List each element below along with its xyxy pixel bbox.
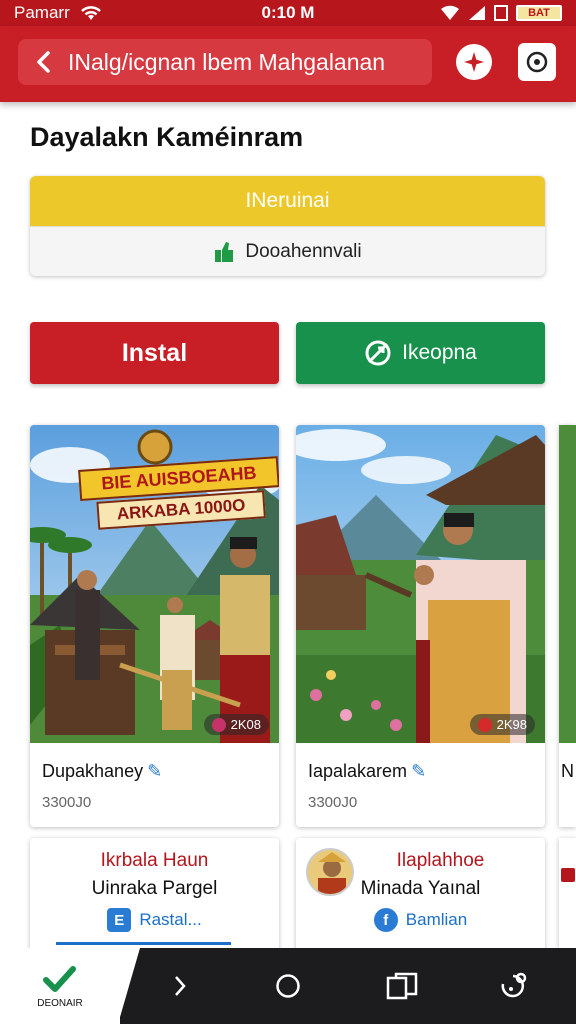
- farmer-scene-image: [296, 425, 545, 743]
- promo-partial-mark: [561, 868, 575, 882]
- chevron-left-icon: [37, 51, 50, 73]
- share-button[interactable]: Ikeopna: [296, 322, 545, 384]
- page-title: Dayalakn Kaméinram: [30, 122, 304, 152]
- card-caption: Dupakhaney ✎ 3300J0: [30, 743, 279, 811]
- edit-icon[interactable]: ✎: [147, 761, 162, 781]
- badge-count: 2K98: [496, 717, 527, 732]
- share-label: Ikeopna: [402, 341, 477, 364]
- promo-card-partial[interactable]: [559, 838, 576, 948]
- check-icon: [43, 965, 76, 992]
- instagram-icon: [211, 717, 226, 732]
- notification-icon: [494, 5, 508, 21]
- promo-card[interactable]: Ikrbala Haun Uinraka Pargel E Rastal...: [30, 838, 279, 958]
- card-thumbnail: [559, 425, 576, 743]
- nav-assistant-button[interactable]: [490, 962, 538, 1010]
- card-title-partial: N: [561, 761, 574, 781]
- status-detail-label: Dooahennvali: [245, 240, 362, 262]
- battery-icon: BAT: [516, 5, 562, 21]
- promo-title: Ikrbala Haun: [100, 850, 209, 871]
- search-text: INalg/icgnan lbem Mahgalanan: [68, 48, 386, 75]
- circle-home-icon: [276, 974, 300, 998]
- carrier-group: Pamarr: [14, 3, 102, 23]
- bottom-navigation: DEONAIR: [0, 948, 576, 1024]
- page-icon: E: [107, 908, 132, 932]
- content-card[interactable]: 2K98 Iapalakarem ✎ 3300J0: [296, 425, 545, 827]
- promo-card[interactable]: Ilaplahhoe Minada Yaınal f Bamlian: [296, 838, 545, 958]
- nav-home-circle-button[interactable]: [264, 962, 312, 1010]
- avatar: [306, 848, 354, 896]
- back-button[interactable]: [18, 39, 68, 85]
- add-button[interactable]: [456, 44, 492, 80]
- cell-signal-icon: [469, 6, 485, 20]
- edit-icon[interactable]: ✎: [411, 761, 426, 781]
- record-icon: [526, 51, 548, 73]
- wifi-icon: [80, 6, 101, 20]
- card-title: Iapalakarem ✎: [308, 761, 533, 782]
- nav-home-button[interactable]: DEONAIR: [0, 948, 120, 1024]
- recents-icon: [386, 972, 418, 1000]
- carrier-name: Pamarr: [14, 3, 70, 22]
- status-card[interactable]: INeruinai Dooahennvali: [30, 176, 545, 276]
- share-icon: [365, 340, 391, 366]
- status-detail[interactable]: Dooahennvali: [30, 226, 545, 276]
- promo-link[interactable]: f Bamlian: [296, 908, 545, 932]
- card-title-text: Iapalakarem: [308, 761, 408, 781]
- view-count-badge: 2K08: [203, 714, 269, 735]
- nav-forward-button[interactable]: [156, 962, 204, 1010]
- record-button[interactable]: [518, 43, 556, 81]
- compass-plus-icon: [464, 52, 484, 72]
- card-title: Dupakhaney ✎: [42, 761, 267, 782]
- card-subtitle: 3300J0: [42, 794, 92, 811]
- app-bar: INalg/icgnan lbem Mahgalanan: [0, 26, 576, 102]
- wifi-signal-icon: [441, 5, 459, 21]
- chevron-right-icon: [175, 976, 186, 996]
- badge-count: 2K08: [230, 717, 261, 732]
- view-count-badge: 2K98: [469, 714, 535, 735]
- promo-link-label: Bamlian: [405, 910, 468, 929]
- promo-link-label: Rastal...: [139, 910, 202, 929]
- thumbs-up-icon: [215, 241, 234, 262]
- facebook-icon: f: [373, 908, 398, 932]
- nav-recents-button[interactable]: [378, 962, 426, 1010]
- content-card-partial[interactable]: N: [559, 425, 576, 827]
- title-search-bar[interactable]: INalg/icgnan lbem Mahgalanan: [18, 39, 432, 85]
- video-icon: [477, 717, 492, 732]
- assistant-icon: [501, 972, 527, 998]
- status-banner: INeruinai: [30, 176, 545, 226]
- status-icons: BAT: [440, 5, 562, 21]
- card-title-text: Dupakhaney: [42, 761, 144, 781]
- card-caption: Iapalakarem ✎ 3300J0: [296, 743, 545, 811]
- install-button[interactable]: Instal: [30, 322, 279, 384]
- nav-home-label: DEONAIR: [37, 997, 83, 1009]
- promo-link[interactable]: E Rastal...: [30, 908, 279, 932]
- card-subtitle: 3300J0: [308, 794, 358, 811]
- card-thumbnail[interactable]: BIE AUISBOEAHB ARKABA 1000O 2K08: [30, 425, 279, 743]
- status-bar: Pamarr 0:10 M BAT: [0, 0, 576, 26]
- content-card[interactable]: BIE AUISBOEAHB ARKABA 1000O 2K08 Dupakha…: [30, 425, 279, 827]
- install-label: Instal: [121, 338, 188, 367]
- nav-divider: [118, 948, 140, 1024]
- card-thumbnail[interactable]: 2K98: [296, 425, 545, 743]
- promo-subtitle: Uinraka Pargel: [91, 878, 218, 899]
